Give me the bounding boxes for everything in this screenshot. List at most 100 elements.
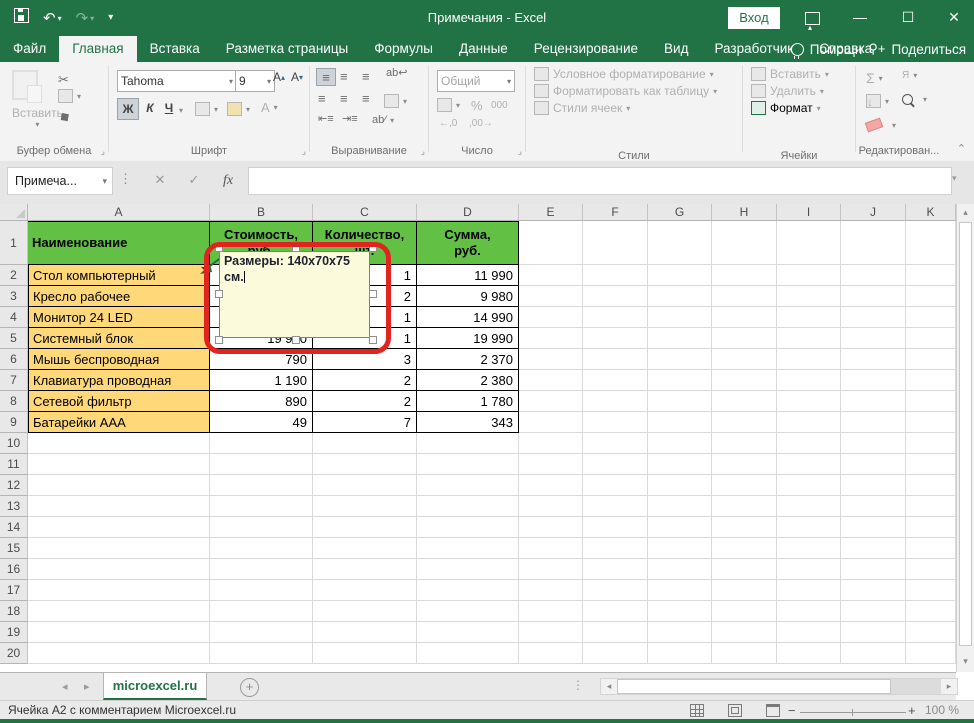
cell-F1[interactable] — [583, 221, 648, 265]
cell-C9[interactable]: 7 — [313, 412, 417, 433]
row-header-15[interactable]: 15 — [0, 538, 28, 559]
cell-D7[interactable]: 2 380 — [417, 370, 519, 391]
cell-D5[interactable]: 19 990 — [417, 328, 519, 349]
cell-I2[interactable] — [777, 265, 841, 286]
column-header-A[interactable]: A — [28, 204, 210, 221]
cell-D20[interactable] — [417, 643, 519, 664]
formula-input[interactable] — [248, 167, 952, 195]
column-header-F[interactable]: F — [583, 204, 648, 221]
namebox-caret-icon[interactable]: ▾ — [102, 176, 112, 187]
button-стили-ячеек[interactable]: Стили ячеек ▾ — [534, 101, 742, 115]
cell-I14[interactable] — [777, 517, 841, 538]
cell-H12[interactable] — [712, 475, 777, 496]
cell-B8[interactable]: 890 — [210, 391, 313, 412]
find-select-icon[interactable]: ▾ — [902, 94, 927, 105]
cell-J14[interactable] — [841, 517, 906, 538]
cell-E20[interactable] — [519, 643, 583, 664]
cell-H13[interactable] — [712, 496, 777, 517]
confirm-entry-icon[interactable]: ✓ — [180, 167, 208, 193]
view-normal-icon[interactable] — [690, 704, 704, 717]
cell-J20[interactable] — [841, 643, 906, 664]
cell-B9[interactable]: 49 — [210, 412, 313, 433]
cell-K17[interactable] — [906, 580, 956, 601]
cell-H4[interactable] — [712, 307, 777, 328]
cell-E19[interactable] — [519, 622, 583, 643]
cell-F10[interactable] — [583, 433, 648, 454]
cell-F20[interactable] — [583, 643, 648, 664]
cell-B19[interactable] — [210, 622, 313, 643]
cell-G18[interactable] — [648, 601, 712, 622]
increase-indent-icon[interactable]: ⇥≡ — [342, 114, 358, 125]
hscroll-left-icon[interactable]: ◂ — [601, 679, 617, 694]
collapse-ribbon-icon[interactable]: ⌃ — [957, 142, 966, 155]
cell-I20[interactable] — [777, 643, 841, 664]
cell-F8[interactable] — [583, 391, 648, 412]
vscroll-down-icon[interactable]: ▾ — [959, 656, 972, 667]
tab-разметка-страницы[interactable]: Разметка страницы — [213, 36, 361, 62]
cell-K4[interactable] — [906, 307, 956, 328]
align-middle-icon[interactable]: ≡ — [340, 70, 348, 83]
cell-I4[interactable] — [777, 307, 841, 328]
cell-D17[interactable] — [417, 580, 519, 601]
cell-K18[interactable] — [906, 601, 956, 622]
cell-I10[interactable] — [777, 433, 841, 454]
cell-K10[interactable] — [906, 433, 956, 454]
cell-H10[interactable] — [712, 433, 777, 454]
cell-B10[interactable] — [210, 433, 313, 454]
cell-E2[interactable] — [519, 265, 583, 286]
cell-F3[interactable] — [583, 286, 648, 307]
cell-G16[interactable] — [648, 559, 712, 580]
cell-F5[interactable] — [583, 328, 648, 349]
cell-G4[interactable] — [648, 307, 712, 328]
cell-J17[interactable] — [841, 580, 906, 601]
font-size-combo[interactable]: 9 ▾ — [235, 70, 275, 92]
cell-F16[interactable] — [583, 559, 648, 580]
cell-J13[interactable] — [841, 496, 906, 517]
cell-H18[interactable] — [712, 601, 777, 622]
cell-C8[interactable]: 2 — [313, 391, 417, 412]
underline-caret-icon[interactable]: ▾ — [179, 106, 183, 115]
cell-A16[interactable] — [28, 559, 210, 580]
tab-данные[interactable]: Данные — [446, 36, 521, 62]
cell-G10[interactable] — [648, 433, 712, 454]
cell-J1[interactable] — [841, 221, 906, 265]
zoom-out-icon[interactable]: − — [788, 704, 796, 717]
sheet-tab-active[interactable]: microexcel.ru — [103, 673, 207, 700]
cell-E11[interactable] — [519, 454, 583, 475]
cell-K20[interactable] — [906, 643, 956, 664]
alignment-dialog-launcher-icon[interactable]: ⌟ — [421, 146, 425, 157]
fill-icon[interactable]: ↓ ▾ — [866, 94, 889, 109]
column-header-H[interactable]: H — [712, 204, 777, 221]
cell-F6[interactable] — [583, 349, 648, 370]
cell-K8[interactable] — [906, 391, 956, 412]
cell-F4[interactable] — [583, 307, 648, 328]
cell-A19[interactable] — [28, 622, 210, 643]
cell-J7[interactable] — [841, 370, 906, 391]
font-dialog-launcher-icon[interactable]: ⌟ — [302, 146, 306, 157]
cell-K19[interactable] — [906, 622, 956, 643]
cell-G7[interactable] — [648, 370, 712, 391]
row-header-12[interactable]: 12 — [0, 475, 28, 496]
cell-C15[interactable] — [313, 538, 417, 559]
vertical-scrollbar[interactable]: ▴ ▾ — [956, 204, 974, 672]
cell-H11[interactable] — [712, 454, 777, 475]
font-color-icon[interactable]: A ▾ — [261, 100, 278, 115]
share-label[interactable]: Поделиться — [891, 42, 966, 57]
cell-K11[interactable] — [906, 454, 956, 475]
button-условное-форматирование[interactable]: Условное форматирование ▾ — [534, 67, 742, 81]
row-header-11[interactable]: 11 — [0, 454, 28, 475]
cell-K6[interactable] — [906, 349, 956, 370]
cell-B13[interactable] — [210, 496, 313, 517]
tell-me-lightbulb-icon[interactable] — [790, 42, 804, 59]
cell-G20[interactable] — [648, 643, 712, 664]
row-header-14[interactable]: 14 — [0, 517, 28, 538]
zoom-level[interactable]: 100 % — [925, 701, 959, 720]
vscroll-up-icon[interactable]: ▴ — [959, 207, 972, 218]
cell-J16[interactable] — [841, 559, 906, 580]
cell-I6[interactable] — [777, 349, 841, 370]
cell-H7[interactable] — [712, 370, 777, 391]
cell-K7[interactable] — [906, 370, 956, 391]
cell-B7[interactable]: 1 190 — [210, 370, 313, 391]
cell-I17[interactable] — [777, 580, 841, 601]
tab-формулы[interactable]: Формулы — [361, 36, 446, 62]
